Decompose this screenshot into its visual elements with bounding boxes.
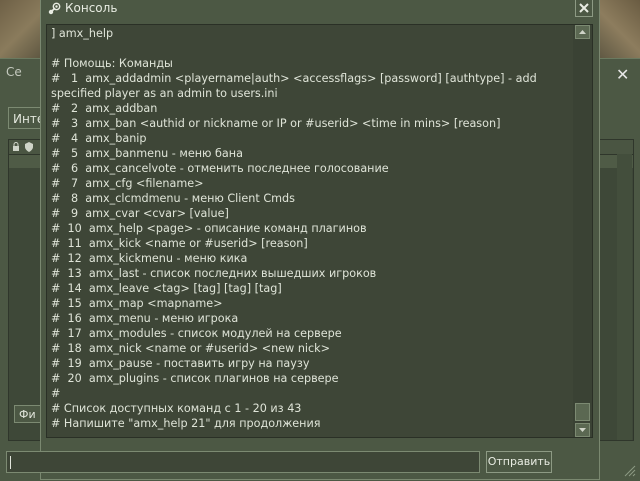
console-line: # Напишите "amx_help 21" для продолжения xyxy=(51,417,321,430)
lock-icon xyxy=(12,142,20,152)
console-line: # 11 amx_kick <name or #userid> [reason] xyxy=(51,237,308,250)
console-line: # 7 amx_cfg <filename> xyxy=(51,177,204,190)
console-output-text: ] amx_help # Помощь: Команды # 1 amx_adda… xyxy=(51,26,571,431)
shield-icon xyxy=(25,142,33,152)
console-line: # 5 amx_banmenu - меню бана xyxy=(51,147,243,160)
console-line: # 6 amx_cancelvote - отменить последнее … xyxy=(51,162,389,175)
background-scrollbar[interactable] xyxy=(617,154,632,440)
console-line: # 20 amx_plugins - список плагинов на се… xyxy=(51,372,339,385)
command-input[interactable] xyxy=(6,451,480,473)
background-close-icon[interactable]: ✕ xyxy=(616,65,629,84)
console-line: # Помощь: Команды xyxy=(51,57,173,70)
console-line: ] amx_help xyxy=(51,27,114,40)
console-window: Консоль ] amx_help # Помощь: Команды # 1 … xyxy=(40,0,600,480)
arrow-up-icon xyxy=(579,30,586,34)
console-line: # 19 amx_pause - поставить игру на паузу xyxy=(51,357,310,370)
console-scrollbar[interactable] xyxy=(573,25,592,437)
console-line: # 4 amx_banip xyxy=(51,132,147,145)
console-line: specified player as an admin to users.in… xyxy=(51,87,278,100)
scroll-thumb[interactable] xyxy=(575,403,590,421)
console-line: # 13 amx_last - список последних вышедши… xyxy=(51,267,377,280)
close-button[interactable] xyxy=(575,0,593,17)
resize-grip-icon[interactable] xyxy=(622,463,636,477)
console-line: # xyxy=(51,387,61,400)
console-title: Консоль xyxy=(65,1,118,15)
console-output[interactable]: ] amx_help # Помощь: Команды # 1 amx_adda… xyxy=(46,24,593,438)
console-line: # 3 amx_ban <authid or nickname or IP or… xyxy=(51,117,501,130)
console-line: # Список доступных команд с 1 - 20 из 43 xyxy=(51,402,302,415)
console-line: # 2 amx_addban xyxy=(51,102,158,115)
console-line: # 16 amx_menu - меню игрока xyxy=(51,312,239,325)
scroll-down-button[interactable] xyxy=(575,423,590,437)
console-line: # 15 amx_map <mapname> xyxy=(51,297,223,310)
console-line: # 12 amx_kickmenu - меню кика xyxy=(51,252,248,265)
close-icon xyxy=(579,3,589,13)
background-scenery-right xyxy=(596,0,640,60)
submit-button[interactable]: Отправить xyxy=(486,451,552,473)
console-line: # 8 amx_clcmdmenu - меню Client Cmds xyxy=(51,192,295,205)
console-titlebar[interactable]: Консоль xyxy=(41,0,599,19)
steam-icon xyxy=(47,2,61,16)
console-line: # 9 amx_cvar <cvar> [value] xyxy=(51,207,229,220)
console-line: # 10 amx_help <page> - описание команд п… xyxy=(51,222,367,235)
console-line: # 1 amx_addadmin <playername|auth> <acce… xyxy=(51,72,537,85)
console-line: # 17 amx_modules - список модулей на сер… xyxy=(51,327,342,340)
background-window-title: Се xyxy=(6,65,22,79)
console-line: # 14 amx_leave <tag> [tag] [tag] [tag] xyxy=(51,282,282,295)
console-line: # 18 amx_nick <name or #userid> <new nic… xyxy=(51,342,331,355)
scroll-up-button[interactable] xyxy=(575,25,590,39)
arrow-down-icon xyxy=(579,428,586,432)
text-caret xyxy=(10,456,11,469)
